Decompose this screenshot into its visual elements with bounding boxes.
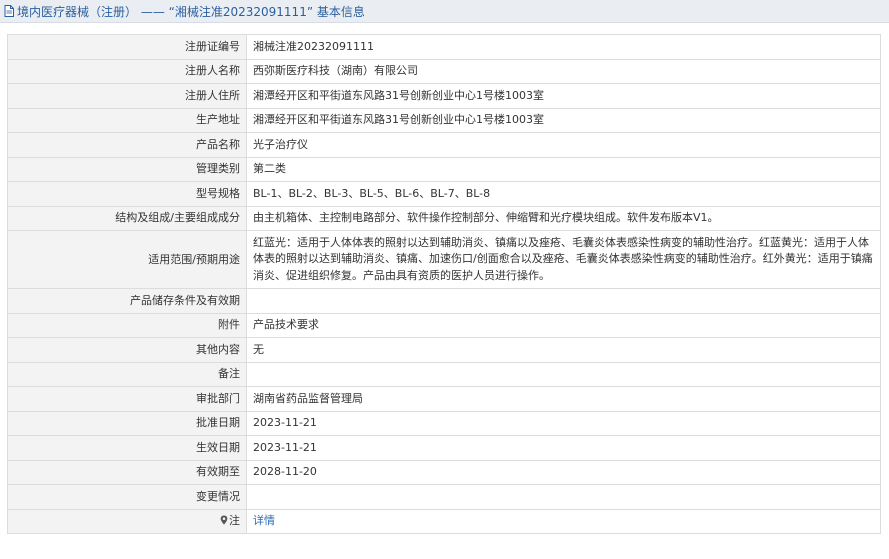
pin-icon	[220, 515, 228, 525]
field-label: 备注	[7, 361, 247, 387]
field-value: 湖南省药品监督管理局	[246, 386, 881, 412]
field-label: 生产地址	[7, 107, 247, 133]
table-row: 产品储存条件及有效期	[7, 288, 881, 314]
table-row: 注册人名称 西弥斯医疗科技（湖南）有限公司	[7, 58, 881, 84]
page-header: 境内医疗器械（注册） —— “湘械注准20232091111” 基本信息	[0, 0, 889, 23]
page-title: 境内医疗器械（注册） —— “湘械注准20232091111” 基本信息	[17, 4, 365, 19]
table-row: 备注	[7, 361, 881, 387]
field-label: 其他内容	[7, 337, 247, 363]
field-label: 有效期至	[7, 459, 247, 485]
field-value: 无	[246, 337, 881, 363]
field-label: 审批部门	[7, 386, 247, 412]
field-label: 注册人名称	[7, 58, 247, 84]
details-link[interactable]: 详情	[253, 514, 275, 527]
field-value: 2023-11-21	[246, 410, 881, 436]
table-row: 生产地址 湘潭经开区和平街道东风路31号创新创业中心1号楼1003室	[7, 107, 881, 133]
document-icon	[4, 5, 14, 17]
table-row: 产品名称 光子治疗仪	[7, 132, 881, 158]
table-row: 审批部门 湖南省药品监督管理局	[7, 386, 881, 412]
table-row: 管理类别 第二类	[7, 156, 881, 182]
field-value	[246, 288, 881, 314]
field-value: 湘潭经开区和平街道东风路31号创新创业中心1号楼1003室	[246, 83, 881, 109]
field-value: 2028-11-20	[246, 459, 881, 485]
field-label: 变更情况	[7, 484, 247, 510]
field-value: 第二类	[246, 156, 881, 182]
field-value: 由主机箱体、主控制电路部分、软件操作控制部分、伸缩臂和光疗模块组成。软件发布版本…	[246, 205, 881, 231]
field-value: 湘潭经开区和平街道东风路31号创新创业中心1号楼1003室	[246, 107, 881, 133]
field-label: 批准日期	[7, 410, 247, 436]
table-row: 结构及组成/主要组成成分 由主机箱体、主控制电路部分、软件操作控制部分、伸缩臂和…	[7, 205, 881, 231]
field-value: 光子治疗仪	[246, 132, 881, 158]
field-label: 产品名称	[7, 132, 247, 158]
field-label: 附件	[7, 312, 247, 338]
field-value: 湘械注准20232091111	[246, 34, 881, 60]
note-label: 注	[229, 514, 240, 528]
table-row: 生效日期 2023-11-21	[7, 435, 881, 461]
table-row: 适用范围/预期用途 红蓝光：适用于人体体表的照射以达到辅助消炎、镇痛以及痤疮、毛…	[7, 230, 881, 289]
table-row: 有效期至 2028-11-20	[7, 459, 881, 485]
table-row: 注册证编号 湘械注准20232091111	[7, 34, 881, 60]
field-value: 西弥斯医疗科技（湖南）有限公司	[246, 58, 881, 84]
field-label: 产品储存条件及有效期	[7, 288, 247, 314]
table-row: 附件 产品技术要求	[7, 312, 881, 338]
field-label: 适用范围/预期用途	[7, 230, 247, 289]
note-row: 注 详情	[7, 508, 881, 534]
field-value: 红蓝光：适用于人体体表的照射以达到辅助消炎、镇痛以及痤疮、毛囊炎体表感染性病变的…	[246, 230, 881, 289]
field-label: 注册人住所	[7, 83, 247, 109]
field-value: BL-1、BL-2、BL-3、BL-5、BL-6、BL-7、BL-8	[246, 181, 881, 207]
field-value	[246, 484, 881, 510]
field-value: 产品技术要求	[246, 312, 881, 338]
device-info-table: 注册证编号 湘械注准20232091111 注册人名称 西弥斯医疗科技（湖南）有…	[7, 34, 881, 534]
table-row: 其他内容 无	[7, 337, 881, 363]
field-label: 生效日期	[7, 435, 247, 461]
field-label: 注册证编号	[7, 34, 247, 60]
table-row: 注册人住所 湘潭经开区和平街道东风路31号创新创业中心1号楼1003室	[7, 83, 881, 109]
field-value	[246, 361, 881, 387]
field-label: 型号规格	[7, 181, 247, 207]
field-value: 2023-11-21	[246, 435, 881, 461]
table-row: 批准日期 2023-11-21	[7, 410, 881, 436]
note-value-cell: 详情	[246, 508, 881, 534]
field-label: 结构及组成/主要组成成分	[7, 205, 247, 231]
field-label: 管理类别	[7, 156, 247, 182]
note-label-cell: 注	[7, 508, 247, 534]
table-row: 型号规格 BL-1、BL-2、BL-3、BL-5、BL-6、BL-7、BL-8	[7, 181, 881, 207]
table-row: 变更情况	[7, 484, 881, 510]
